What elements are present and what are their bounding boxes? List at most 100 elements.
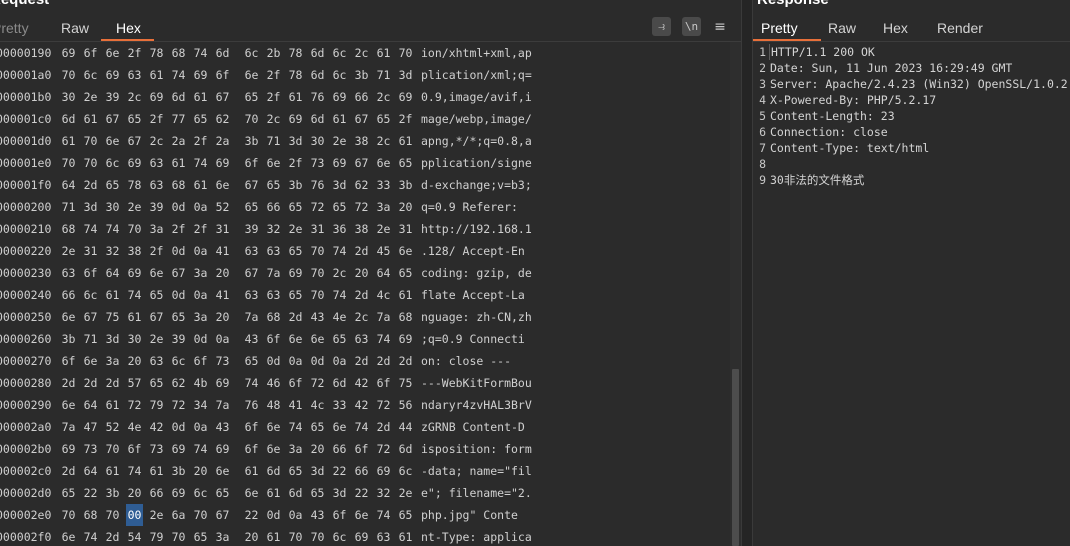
- hex-byte[interactable]: 2a: [170, 130, 187, 152]
- line-text[interactable]: X-Powered-By: PHP/5.2.17: [769, 92, 936, 108]
- hex-byte[interactable]: 75: [104, 306, 121, 328]
- hex-byte[interactable]: 63: [353, 328, 370, 350]
- hex-byte[interactable]: 54: [126, 526, 143, 546]
- hex-byte[interactable]: 6d: [170, 86, 187, 108]
- hex-byte[interactable]: 65: [397, 504, 414, 526]
- hex-byte[interactable]: 74: [331, 240, 348, 262]
- hex-byte[interactable]: 2c: [265, 108, 282, 130]
- line-text[interactable]: Content-Type: text/html: [769, 140, 929, 156]
- hex-byte[interactable]: 61: [170, 152, 187, 174]
- hex-byte[interactable]: 41: [287, 394, 304, 416]
- hex-byte[interactable]: 6e: [104, 130, 121, 152]
- hex-ascii[interactable]: isposition: form: [421, 438, 532, 460]
- pane-splitter[interactable]: [741, 0, 753, 546]
- hex-byte[interactable]: 74: [287, 416, 304, 438]
- hex-byte[interactable]: 2f: [170, 218, 187, 240]
- hex-ascii[interactable]: apng,*/*;q=0.8,a: [421, 130, 532, 152]
- hex-byte[interactable]: 64: [375, 262, 392, 284]
- hex-byte[interactable]: 72: [375, 438, 392, 460]
- scrollbar-thumb[interactable]: [732, 369, 739, 546]
- hex-byte[interactable]: 69: [331, 86, 348, 108]
- hex-byte[interactable]: 63: [148, 152, 165, 174]
- hex-byte[interactable]: 61: [375, 42, 392, 64]
- menu-icon[interactable]: ≡: [711, 17, 729, 37]
- line-text[interactable]: Content-Length: 23: [769, 108, 895, 124]
- hex-byte[interactable]: 67: [353, 152, 370, 174]
- hex-byte[interactable]: 6d: [397, 438, 414, 460]
- hex-byte[interactable]: 6f: [243, 152, 260, 174]
- hex-byte[interactable]: 74: [353, 416, 370, 438]
- hex-byte[interactable]: 67: [353, 108, 370, 130]
- hex-byte[interactable]: 00: [126, 504, 143, 526]
- hex-byte[interactable]: 70: [60, 64, 77, 86]
- hex-byte[interactable]: 2f: [265, 86, 282, 108]
- line-text[interactable]: 30非法的文件格式: [769, 172, 864, 188]
- hex-byte[interactable]: 31: [309, 218, 326, 240]
- hex-byte[interactable]: 0d: [265, 350, 282, 372]
- hex-byte[interactable]: 6f: [243, 438, 260, 460]
- hex-byte[interactable]: 72: [126, 394, 143, 416]
- hex-byte[interactable]: 61: [104, 460, 121, 482]
- hex-byte[interactable]: 69: [126, 152, 143, 174]
- hex-byte[interactable]: 79: [148, 394, 165, 416]
- hex-byte[interactable]: 6d: [287, 482, 304, 504]
- tab-response-pretty[interactable]: Pretty: [761, 16, 798, 40]
- hex-byte[interactable]: 6c: [192, 482, 209, 504]
- hex-byte[interactable]: 65: [170, 306, 187, 328]
- hex-byte[interactable]: 69: [331, 152, 348, 174]
- hex-byte[interactable]: 72: [170, 394, 187, 416]
- hex-byte[interactable]: 6e: [82, 350, 99, 372]
- hex-byte[interactable]: 61: [148, 460, 165, 482]
- hex-byte[interactable]: 61: [60, 130, 77, 152]
- hex-byte[interactable]: 61: [192, 174, 209, 196]
- hex-ascii[interactable]: 0.9,image/avif,i: [421, 86, 532, 108]
- hex-byte[interactable]: 2f: [265, 64, 282, 86]
- vertical-scrollbar[interactable]: [730, 42, 741, 546]
- show-newlines-icon[interactable]: \n: [682, 17, 701, 36]
- hex-byte[interactable]: 65: [104, 174, 121, 196]
- hex-byte[interactable]: 6f: [243, 416, 260, 438]
- hex-byte[interactable]: 0d: [170, 416, 187, 438]
- hex-byte[interactable]: 2e: [126, 196, 143, 218]
- hex-byte[interactable]: 65: [331, 328, 348, 350]
- hex-byte[interactable]: 39: [148, 196, 165, 218]
- hex-byte[interactable]: 6e: [243, 64, 260, 86]
- hex-byte[interactable]: 0a: [192, 284, 209, 306]
- hex-byte[interactable]: 65: [397, 262, 414, 284]
- hex-byte[interactable]: 63: [126, 64, 143, 86]
- hex-byte[interactable]: 69: [60, 438, 77, 460]
- hex-byte[interactable]: 6c: [397, 460, 414, 482]
- hex-byte[interactable]: 69: [148, 86, 165, 108]
- hex-byte[interactable]: 7a: [375, 306, 392, 328]
- hex-ascii[interactable]: .128/ Accept-En: [421, 240, 525, 262]
- hex-byte[interactable]: 65: [309, 482, 326, 504]
- hex-byte[interactable]: 6e: [148, 262, 165, 284]
- hex-byte[interactable]: 66: [148, 482, 165, 504]
- hex-byte[interactable]: 71: [60, 196, 77, 218]
- hex-byte[interactable]: 6e: [214, 460, 231, 482]
- hex-byte[interactable]: 74: [243, 372, 260, 394]
- hex-byte[interactable]: 0d: [170, 196, 187, 218]
- hex-byte[interactable]: 64: [82, 394, 99, 416]
- hex-editor[interactable]: 00000190 69 6f 6e 2f 78 68 74 6d 6c 2b 78 6d 6c 2c 61 70…: [0, 42, 730, 546]
- hex-byte[interactable]: 6c: [331, 42, 348, 64]
- hex-byte[interactable]: 65: [243, 350, 260, 372]
- hex-byte[interactable]: 2e: [82, 86, 99, 108]
- hex-byte[interactable]: 2e: [148, 328, 165, 350]
- hex-byte[interactable]: 67: [243, 174, 260, 196]
- hex-byte[interactable]: 75: [397, 372, 414, 394]
- hex-byte[interactable]: 7a: [243, 306, 260, 328]
- hex-byte[interactable]: 6f: [375, 372, 392, 394]
- tab-request-raw[interactable]: Raw: [61, 16, 89, 40]
- hex-byte[interactable]: 76: [243, 394, 260, 416]
- hex-byte[interactable]: 2d: [375, 416, 392, 438]
- hex-ascii[interactable]: zGRNB Content-D: [421, 416, 525, 438]
- hex-byte[interactable]: 6d: [331, 372, 348, 394]
- hex-byte[interactable]: 71: [82, 328, 99, 350]
- tab-request-hex[interactable]: Hex: [116, 16, 141, 40]
- hex-byte[interactable]: 2e: [60, 240, 77, 262]
- hex-byte[interactable]: 61: [126, 306, 143, 328]
- hex-byte[interactable]: 6e: [60, 394, 77, 416]
- hex-byte[interactable]: 6f: [192, 350, 209, 372]
- hex-byte[interactable]: 6e: [104, 42, 121, 64]
